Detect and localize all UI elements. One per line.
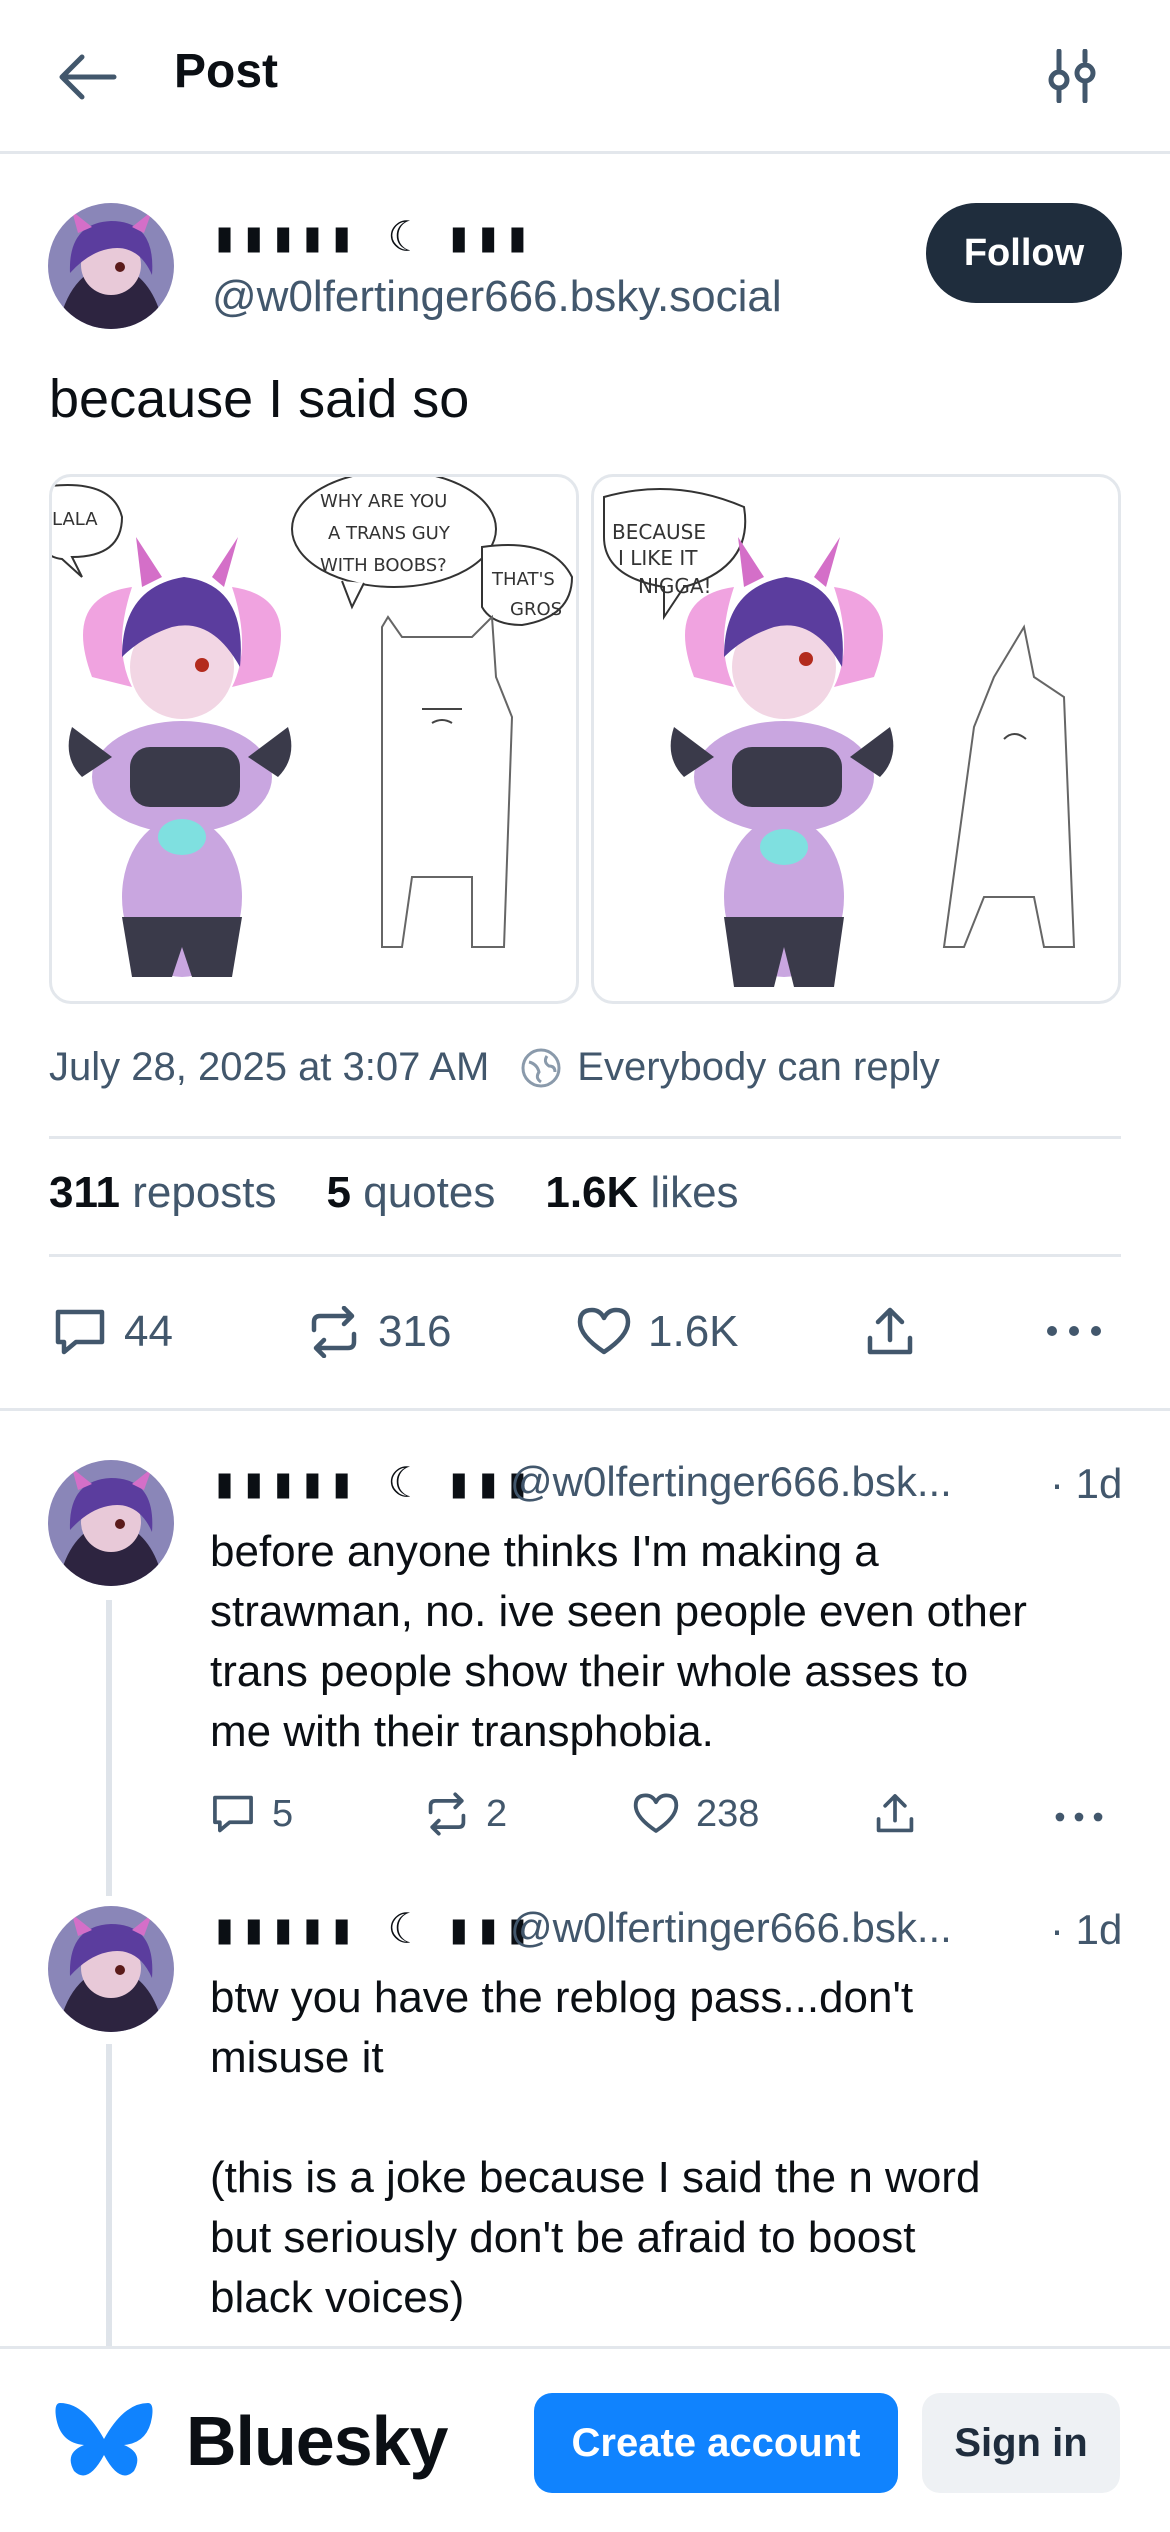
reply-time[interactable]: · 1d [1050,1906,1122,1954]
share-button[interactable] [862,1304,918,1360]
repost-button[interactable]: 316 [306,1306,451,1358]
back-button[interactable] [56,45,120,109]
top-bar: Post [0,0,1170,154]
reply-text: before anyone thinks I'm making a strawm… [210,1527,1027,1756]
author-display-name[interactable]: ▮▮▮▮▮ ☾ ▮▮▮ [212,212,534,261]
share-icon [867,1307,913,1355]
bubble-text: A TRANS GUY [328,523,451,544]
bubble-text: WHY ARE YOU [320,491,447,512]
reply-avatar[interactable] [48,1460,174,1586]
more-options-button[interactable] [1044,1316,1104,1346]
reply-author-name[interactable]: ▮▮▮▮▮ ☾ ▮▮▮ [212,1904,534,1953]
create-account-button[interactable]: Create account [534,2393,898,2493]
ellipsis-icon [1055,1812,1103,1822]
reposts-stat[interactable]: 311 reposts [49,1168,277,1218]
reply-text: btw you have the reblog pass...don't mis… [210,1973,981,2322]
thread-line [106,2044,112,2346]
quotes-stat[interactable]: 5 quotes [327,1168,496,1218]
post-image-1[interactable]: LALA WHY ARE YOU A TRANS GUY WITH BOOBS?… [49,474,579,1004]
post-image-2[interactable]: BECAUSE I LIKE IT NIGGA! [591,474,1121,1004]
like-button[interactable]: 238 [632,1792,759,1836]
globe-icon [521,1048,561,1087]
sign-in-button[interactable]: Sign in [922,2393,1120,2493]
bubble-text: GROS [510,599,562,620]
thread-options-button[interactable] [1040,44,1104,108]
bubble-text: WITH BOOBS? [320,555,447,576]
post-timestamp: July 28, 2025 at 3:07 AM [49,1045,490,1089]
like-button[interactable]: 1.6K [576,1306,739,1358]
repost-button[interactable]: 2 [424,1792,507,1836]
likes-stat[interactable]: 1.6K likes [545,1168,738,1218]
author-avatar[interactable] [48,203,174,329]
heart-icon [577,1307,631,1355]
reply-author-name[interactable]: ▮▮▮▮▮ ☾ ▮▮▮ [212,1458,534,1507]
bubble-text: LALA [52,509,98,530]
post-text: because I said so [49,369,470,429]
author-handle[interactable]: @w0lfertinger666.bsky.social [212,272,782,322]
reply-avatar[interactable] [48,1906,174,2032]
divider [49,1136,1121,1139]
bubble-text: BECAUSE [612,520,706,544]
divider [49,1254,1121,1257]
reply-button[interactable]: 44 [52,1306,173,1358]
reply-time[interactable]: · 1d [1050,1460,1122,1508]
repost-icon [428,1792,466,1836]
thread-line [106,1600,112,1896]
bubble-text: I LIKE IT [618,546,698,570]
comment-icon [55,1309,105,1355]
butterfly-logo-icon [54,2399,154,2489]
page-title: Post [174,45,279,98]
ellipsis-icon [1047,1326,1101,1336]
bubble-text: THAT'S [491,569,555,590]
repost-icon [311,1306,357,1358]
reply-author-handle[interactable]: @w0lfertinger666.bsk... [510,1904,952,1952]
post-stats: 311 reposts 5 quotes 1.6K likes [49,1168,739,1218]
share-icon [876,1794,914,1833]
heart-icon [633,1793,679,1833]
section-divider [0,1408,1170,1411]
reply-setting-label: Everybody can reply [577,1045,940,1089]
sliders-icon [1048,49,1096,103]
more-options-button[interactable] [1052,1804,1106,1830]
post-meta: July 28, 2025 at 3:07 AM Everybody can r… [49,1045,940,1090]
arrow-left-icon [59,54,117,100]
comment-icon [213,1795,253,1833]
share-button[interactable] [872,1790,918,1838]
brand-name: Bluesky [186,2402,448,2480]
bubble-text: NIGGA! [638,574,712,598]
bottom-bar: Bluesky Create account Sign in [0,2346,1170,2532]
reply-button[interactable]: 5 [210,1792,293,1836]
follow-button[interactable]: Follow [926,203,1122,303]
reply-author-handle[interactable]: @w0lfertinger666.bsk... [510,1458,952,1506]
reply-setting: Everybody can reply [519,1045,940,1090]
